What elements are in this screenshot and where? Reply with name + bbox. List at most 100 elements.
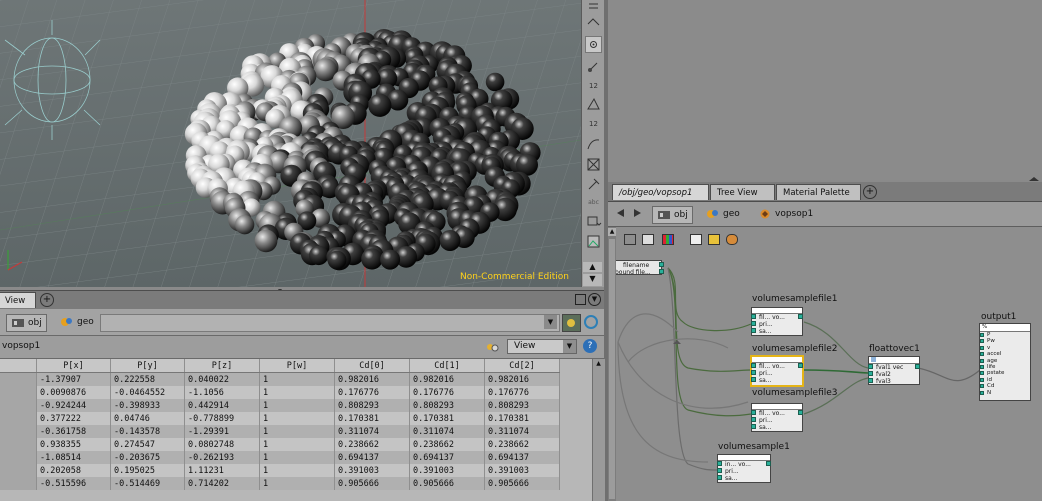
- node-input-port[interactable]: [751, 328, 756, 333]
- node-output-port[interactable]: [798, 314, 803, 319]
- background-image-icon[interactable]: [585, 233, 602, 250]
- breadcrumb-geo[interactable]: geo: [56, 314, 98, 330]
- output-input-port[interactable]: [980, 365, 984, 370]
- link-pane-icon[interactable]: [583, 314, 599, 330]
- node-input-port[interactable]: [751, 321, 756, 326]
- strip-scroll-up-button[interactable]: ▲: [608, 228, 616, 236]
- table-row[interactable]: -0.515596 -0.514469 0.714202 1 0.905666 0.905…: [0, 477, 560, 490]
- node-volumesamplefile1[interactable]: fil... vo... pri... sa...: [751, 307, 803, 336]
- display-points-icon[interactable]: [585, 36, 602, 53]
- column-header[interactable]: Cd[1]: [409, 359, 485, 373]
- tab-tree-view[interactable]: Tree View ×: [710, 184, 775, 214]
- breadcrumb-obj[interactable]: obj: [6, 314, 47, 332]
- column-header[interactable]: P[y]: [110, 359, 185, 373]
- pin-pane-icon[interactable]: [562, 314, 581, 332]
- node-input-port[interactable]: [717, 468, 722, 473]
- node-input-port[interactable]: [868, 371, 873, 376]
- output-input-port[interactable]: [980, 333, 984, 337]
- node-output-port[interactable]: [798, 410, 803, 415]
- output-input-port[interactable]: [980, 390, 984, 395]
- node-output-port[interactable]: [766, 461, 771, 466]
- node-input-port[interactable]: [751, 410, 756, 415]
- node-input-port[interactable]: [751, 417, 756, 422]
- prim-display-icon[interactable]: [585, 96, 602, 113]
- help-icon[interactable]: ?: [583, 339, 597, 353]
- table-row[interactable]: 0.202058 0.195025 1.11231 1 0.391003 0.391003…: [0, 464, 560, 477]
- 3d-viewport[interactable]: Non-Commercial Edition: [0, 0, 581, 287]
- handle-icon[interactable]: [585, 14, 602, 31]
- table-row[interactable]: 0.0090876 -0.0464552 -1.1056 1 0.176776 0.176…: [0, 386, 560, 399]
- table-row[interactable]: -0.361758 -0.143578 -1.29391 1 0.311074 0.311…: [0, 425, 560, 438]
- column-header[interactable]: Cd[2]: [484, 359, 560, 373]
- curve-display-icon[interactable]: [585, 136, 602, 153]
- output-input-port[interactable]: [980, 384, 984, 389]
- pane-menu-icon[interactable]: ▼: [588, 293, 601, 306]
- input-port-connector[interactable]: [659, 269, 664, 274]
- node-input-port[interactable]: [751, 314, 756, 319]
- pin-icon[interactable]: [585, 176, 602, 193]
- node-volumesamplefile3[interactable]: fil... vo... pri... sa...: [751, 403, 803, 432]
- shelf-scroll-down-button[interactable]: ▼: [583, 274, 602, 286]
- view-select-dropdown[interactable]: View ▼: [507, 339, 577, 354]
- table-row[interactable]: -1.08514 -0.203675 -0.262193 1 0.694137 0.694…: [0, 451, 560, 464]
- strip-scroll-track[interactable]: [609, 239, 615, 499]
- path-dropdown-icon[interactable]: ▼: [544, 315, 557, 329]
- dropdown-display-icon[interactable]: [585, 213, 602, 230]
- parameters-icon[interactable]: [690, 234, 702, 245]
- breadcrumb-obj[interactable]: obj: [652, 206, 693, 224]
- node-volumesamplefile2[interactable]: fil... vo... pri... sa...: [750, 355, 804, 387]
- subnet-input-node[interactable]: filename bound file...: [608, 260, 664, 276]
- text-display-icon[interactable]: abc: [585, 194, 602, 211]
- node-output-port[interactable]: [798, 363, 803, 368]
- tab-vopsop1[interactable]: /obj/geo/vopsop1 ×: [612, 184, 709, 214]
- node-volumesample1[interactable]: in... vo... pri... sa...: [717, 454, 771, 483]
- output-input-port[interactable]: [980, 377, 984, 382]
- node-input-port[interactable]: [868, 378, 873, 383]
- node-input-port[interactable]: [751, 424, 756, 429]
- scroll-up-icon[interactable]: ▲: [594, 360, 603, 368]
- prim-numbers-icon[interactable]: 12: [585, 116, 602, 133]
- table-row[interactable]: -0.924244 -0.398933 0.442914 1 0.808293 0.808…: [0, 399, 560, 412]
- list-mode-icon[interactable]: [624, 234, 636, 245]
- column-header[interactable]: P[x]: [36, 359, 111, 373]
- display-normals-icon[interactable]: [585, 58, 602, 75]
- table-row[interactable]: 0.938355 0.274547 0.0802748 1 0.238662 0.2386…: [0, 438, 560, 451]
- table-row[interactable]: 0.377222 0.04746 -0.778899 1 0.170381 0.17038…: [0, 412, 560, 425]
- forward-arrow-icon[interactable]: [632, 207, 644, 219]
- output-input-port[interactable]: [980, 345, 984, 350]
- tab-material-palette[interactable]: Material Palette ×: [776, 184, 861, 214]
- node-output-port[interactable]: [915, 364, 920, 369]
- column-header[interactable]: Cd[0]: [334, 359, 410, 373]
- shelf-scroll-up-button[interactable]: ▲: [583, 262, 602, 272]
- table-row[interactable]: -1.37907 0.222558 0.040022 1 0.982016 0.98201…: [0, 372, 560, 386]
- tile-mode-icon[interactable]: [642, 234, 654, 245]
- output-input-port[interactable]: [980, 339, 984, 344]
- frame-icon[interactable]: [585, 156, 602, 173]
- node-input-port[interactable]: [717, 461, 722, 466]
- node-input-port[interactable]: [717, 475, 722, 480]
- breadcrumb-geo[interactable]: geo: [702, 206, 744, 222]
- node-input-port[interactable]: [751, 370, 756, 375]
- output-input-port[interactable]: [980, 371, 984, 376]
- column-header[interactable]: P[w]: [259, 359, 335, 373]
- add-tab-icon[interactable]: +: [40, 293, 54, 307]
- input-port-connector[interactable]: [659, 262, 664, 267]
- output-input-port[interactable]: [980, 358, 984, 363]
- network-box-icon[interactable]: [726, 234, 738, 245]
- node-input-port[interactable]: [751, 363, 756, 368]
- sticky-note-icon[interactable]: [708, 234, 720, 245]
- color-palette-icon[interactable]: [662, 234, 674, 245]
- output-input-port[interactable]: [980, 352, 984, 357]
- point-numbers-icon[interactable]: 12: [585, 78, 602, 95]
- breadcrumb-vopsop1[interactable]: vopsop1: [754, 206, 817, 222]
- node-input-port[interactable]: [751, 377, 756, 382]
- node-input-port[interactable]: [868, 364, 873, 369]
- attribute-class-icon[interactable]: [484, 339, 500, 355]
- tab-view[interactable]: View ×: [0, 292, 36, 322]
- node-floattovec1[interactable]: fval1 vec fval2 fval3: [868, 356, 920, 385]
- geometry-spreadsheet[interactable]: P[x] P[y] P[z] P[w] Cd[0] Cd[1] Cd[2] -1.37907…: [0, 359, 592, 501]
- path-field[interactable]: [100, 314, 560, 332]
- spreadsheet-scrollbar[interactable]: ▲: [592, 359, 605, 501]
- node-output1[interactable]: % P Pw v accel age life pstate id Cd N: [979, 323, 1031, 401]
- maximize-pane-icon[interactable]: [575, 294, 586, 305]
